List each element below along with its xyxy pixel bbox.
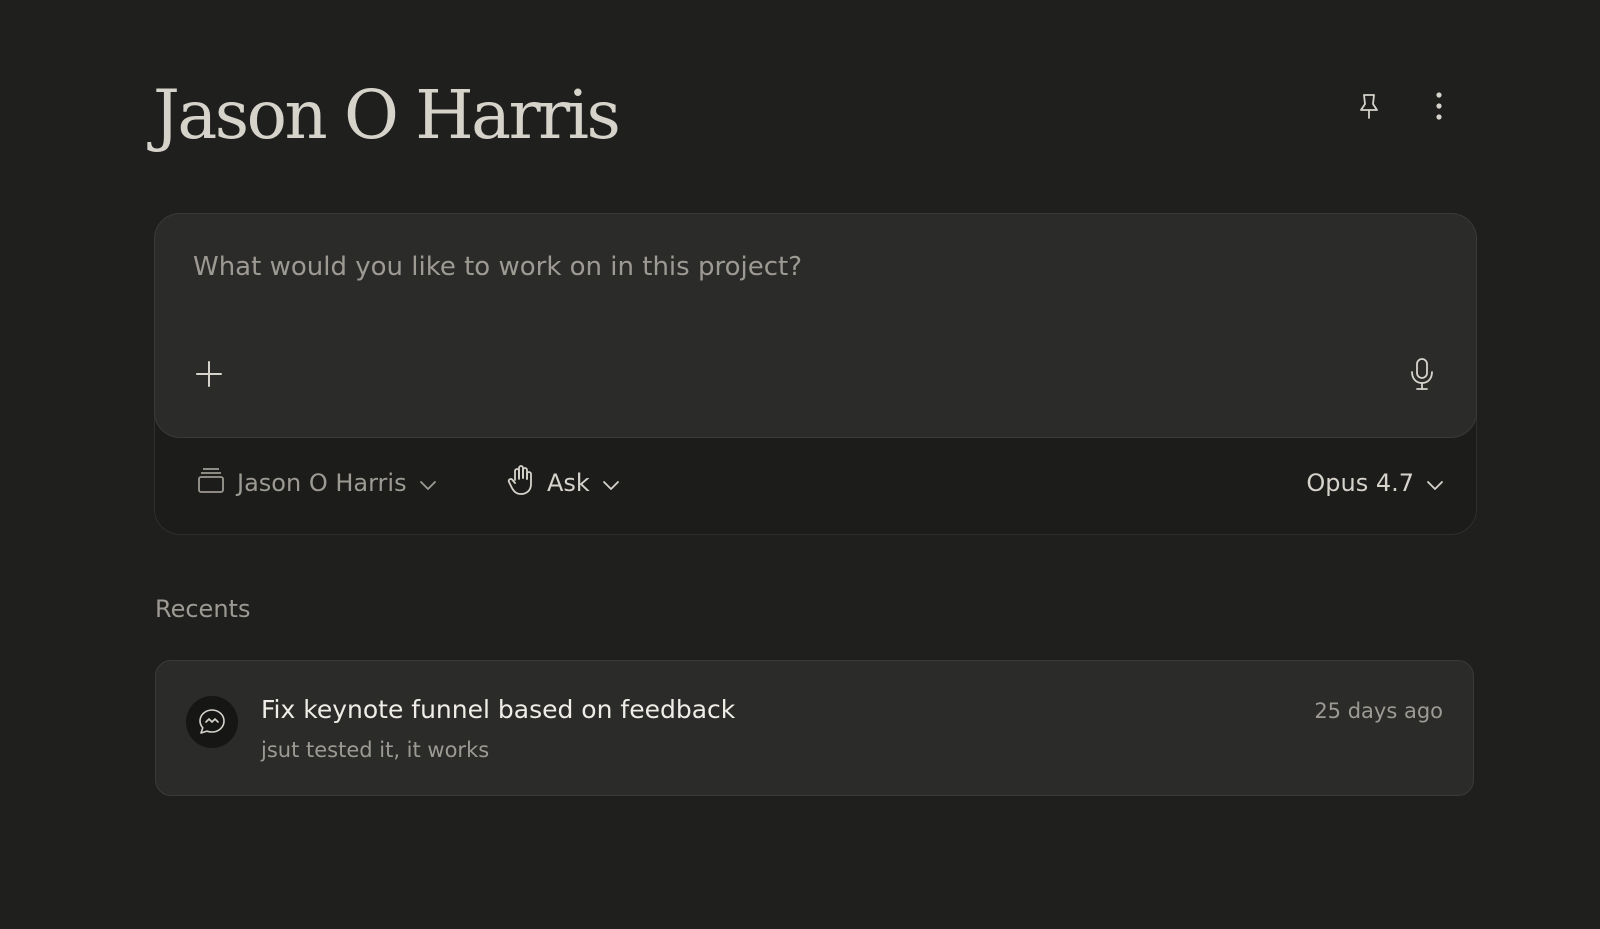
composer-box <box>154 213 1477 438</box>
chevron-down-icon <box>602 469 620 497</box>
project-box-icon <box>197 466 225 500</box>
microphone-icon[interactable] <box>1406 358 1438 390</box>
project-selector-label: Jason O Harris <box>237 469 407 497</box>
plus-icon[interactable] <box>193 358 225 390</box>
hand-icon <box>507 464 535 502</box>
header-actions <box>1353 90 1455 122</box>
prompt-input[interactable] <box>193 252 1393 282</box>
model-selector[interactable]: Opus 4.7 <box>1306 460 1444 506</box>
mode-selector-label: Ask <box>547 469 590 497</box>
recent-chat-item[interactable]: Fix keynote funnel based on feedback jsu… <box>155 660 1474 796</box>
pin-icon[interactable] <box>1353 90 1385 122</box>
composer-container: Jason O Harris Ask <box>154 213 1477 535</box>
project-selector[interactable]: Jason O Harris <box>197 460 437 506</box>
project-title: Jason O Harris <box>153 76 621 154</box>
recents-heading: Recents <box>155 595 251 623</box>
project-page: Jason O Harris What would you like to wo… <box>0 0 1600 929</box>
recent-chat-preview: jsut tested it, it works <box>261 738 490 762</box>
model-selector-label: Opus 4.7 <box>1306 469 1414 497</box>
recent-chat-title: Fix keynote funnel based on feedback <box>261 695 736 724</box>
chevron-down-icon <box>1426 469 1444 497</box>
composer-toolbar: Jason O Harris Ask Opus 4.7 <box>155 460 1476 506</box>
more-vertical-icon[interactable] <box>1423 90 1455 122</box>
chat-bubble-icon <box>186 696 238 748</box>
recent-chat-timestamp: 25 days ago <box>1314 699 1443 723</box>
mode-selector[interactable]: Ask <box>507 460 620 506</box>
chevron-down-icon <box>419 469 437 497</box>
